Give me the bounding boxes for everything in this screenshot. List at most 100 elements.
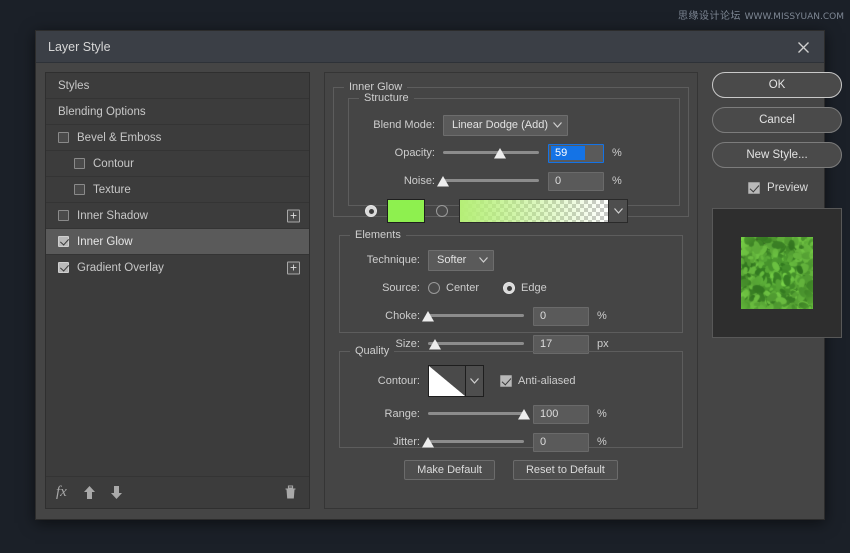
sidebar-item-contour[interactable]: Contour xyxy=(46,151,309,177)
dialog-titlebar[interactable]: Layer Style xyxy=(36,31,824,63)
green-foliage-preview xyxy=(741,237,813,309)
add-effect-icon[interactable]: + xyxy=(287,261,300,274)
range-slider[interactable] xyxy=(428,404,524,424)
choke-value: 0 xyxy=(540,310,546,322)
opacity-input[interactable]: 59 xyxy=(548,144,604,163)
anti-aliased-checkbox[interactable] xyxy=(500,375,512,387)
technique-label: Technique: xyxy=(346,254,428,266)
sidebar-item-label: Gradient Overlay xyxy=(77,262,164,274)
opacity-row: Opacity: 59 % xyxy=(355,141,673,165)
sidebar-item-checkbox[interactable] xyxy=(74,158,85,169)
trash-icon[interactable] xyxy=(284,485,297,500)
source-edge-radio[interactable] xyxy=(503,282,515,294)
gradient-picker-button[interactable] xyxy=(609,199,628,223)
sidebar-item-gradient-overlay[interactable]: Gradient Overlay + xyxy=(46,255,309,275)
add-effect-icon[interactable]: + xyxy=(287,209,300,222)
sidebar-item-checkbox[interactable] xyxy=(58,210,69,221)
noise-slider-thumb[interactable] xyxy=(437,176,450,187)
choke-slider-thumb[interactable] xyxy=(422,311,435,322)
fx-icon[interactable]: fx xyxy=(56,484,67,501)
noise-unit: % xyxy=(612,175,622,187)
sidebar-item-texture[interactable]: Texture xyxy=(46,177,309,203)
watermark-en: WWW.MISSYUAN.COM xyxy=(745,12,844,22)
range-slider-track xyxy=(428,412,524,415)
jitter-slider[interactable] xyxy=(428,432,524,452)
glow-color-swatch[interactable] xyxy=(387,199,425,223)
noise-input[interactable]: 0 xyxy=(548,172,604,191)
range-label: Range: xyxy=(346,408,428,420)
fill-color-radio[interactable] xyxy=(365,205,377,217)
make-default-button[interactable]: Make Default xyxy=(404,460,495,480)
structure-legend: Structure xyxy=(359,92,414,104)
size-unit: px xyxy=(597,338,609,350)
close-button[interactable] xyxy=(782,31,824,63)
range-input[interactable]: 100 xyxy=(533,405,589,424)
cancel-button[interactable]: Cancel xyxy=(712,107,842,133)
sidebar-item-inner-glow[interactable]: Inner Glow xyxy=(46,229,309,255)
blend-mode-select[interactable]: Linear Dodge (Add) xyxy=(443,115,568,136)
jitter-label: Jitter: xyxy=(346,436,428,448)
styles-list: Styles Blending Options Bevel & Emboss Cont… xyxy=(46,73,309,275)
arrow-down-icon[interactable] xyxy=(110,485,123,500)
technique-select[interactable]: Softer xyxy=(428,250,494,271)
choke-label: Choke: xyxy=(346,310,428,322)
size-slider-thumb[interactable] xyxy=(428,339,441,350)
technique-row: Technique: Softer xyxy=(346,248,676,272)
size-slider-track xyxy=(428,342,524,345)
ok-button[interactable]: OK xyxy=(712,72,842,98)
sidebar-item-checkbox[interactable] xyxy=(58,236,69,247)
sidebar-item-checkbox[interactable] xyxy=(58,262,69,273)
preview-thumbnail-box xyxy=(712,208,842,338)
styles-panel-footer: fx xyxy=(46,476,309,508)
jitter-row: Jitter: 0 % xyxy=(346,430,676,454)
choke-slider[interactable] xyxy=(428,306,524,326)
preview-toggle[interactable]: Preview xyxy=(712,177,844,199)
sidebar-item-styles[interactable]: Styles xyxy=(46,73,309,99)
jitter-slider-track xyxy=(428,440,524,443)
contour-picker-button[interactable] xyxy=(466,365,484,397)
preview-label: Preview xyxy=(767,182,808,194)
dialog-actions: OK Cancel New Style... Preview xyxy=(712,72,844,338)
glow-gradient-preview[interactable] xyxy=(459,199,609,223)
gradient-fill xyxy=(460,200,608,222)
opacity-slider-thumb[interactable] xyxy=(493,148,506,159)
sidebar-item-label: Texture xyxy=(93,184,131,196)
layer-style-dialog: Layer Style Styles Blending Options Bevel … xyxy=(35,30,825,520)
sidebar-item-blending-options[interactable]: Blending Options xyxy=(46,99,309,125)
noise-label: Noise: xyxy=(355,175,443,187)
preview-checkbox[interactable] xyxy=(748,182,760,194)
source-edge-label: Edge xyxy=(521,282,547,294)
sidebar-item-checkbox[interactable] xyxy=(74,184,85,195)
opacity-slider-track xyxy=(443,151,539,154)
sidebar-item-label: Blending Options xyxy=(58,106,146,118)
source-label: Source: xyxy=(346,282,428,294)
reset-to-default-button[interactable]: Reset to Default xyxy=(513,460,618,480)
opacity-slider[interactable] xyxy=(443,143,539,163)
sidebar-item-label: Inner Glow xyxy=(77,236,133,248)
contour-linear-icon[interactable] xyxy=(428,365,466,397)
screen: 思缘设计论坛 WWW.MISSYUAN.COM Layer Style Styl… xyxy=(0,0,850,553)
jitter-slider-thumb[interactable] xyxy=(422,437,435,448)
fill-gradient-radio[interactable] xyxy=(436,205,448,217)
source-center-radio[interactable] xyxy=(428,282,440,294)
dialog-body: Styles Blending Options Bevel & Emboss Cont… xyxy=(36,63,824,520)
sidebar-item-bevel-emboss[interactable]: Bevel & Emboss xyxy=(46,125,309,151)
source-center-label: Center xyxy=(446,282,479,294)
jitter-value: 0 xyxy=(540,436,546,448)
jitter-input[interactable]: 0 xyxy=(533,433,589,452)
range-slider-thumb[interactable] xyxy=(518,409,531,420)
sidebar-item-checkbox[interactable] xyxy=(58,132,69,143)
choke-input[interactable]: 0 xyxy=(533,307,589,326)
sidebar-item-label: Contour xyxy=(93,158,134,170)
styles-panel: Styles Blending Options Bevel & Emboss Cont… xyxy=(45,72,310,509)
close-icon xyxy=(797,41,810,54)
noise-slider[interactable] xyxy=(443,171,539,191)
arrow-up-icon[interactable] xyxy=(83,485,96,500)
dialog-title: Layer Style xyxy=(48,40,111,54)
blend-mode-value: Linear Dodge (Add) xyxy=(452,119,549,131)
sidebar-item-inner-shadow[interactable]: Inner Shadow + xyxy=(46,203,309,229)
new-style-button[interactable]: New Style... xyxy=(712,142,842,168)
source-row: Source: Center Edge xyxy=(346,276,676,300)
sidebar-item-label: Inner Shadow xyxy=(77,210,148,222)
noise-row: Noise: 0 % xyxy=(355,169,673,193)
